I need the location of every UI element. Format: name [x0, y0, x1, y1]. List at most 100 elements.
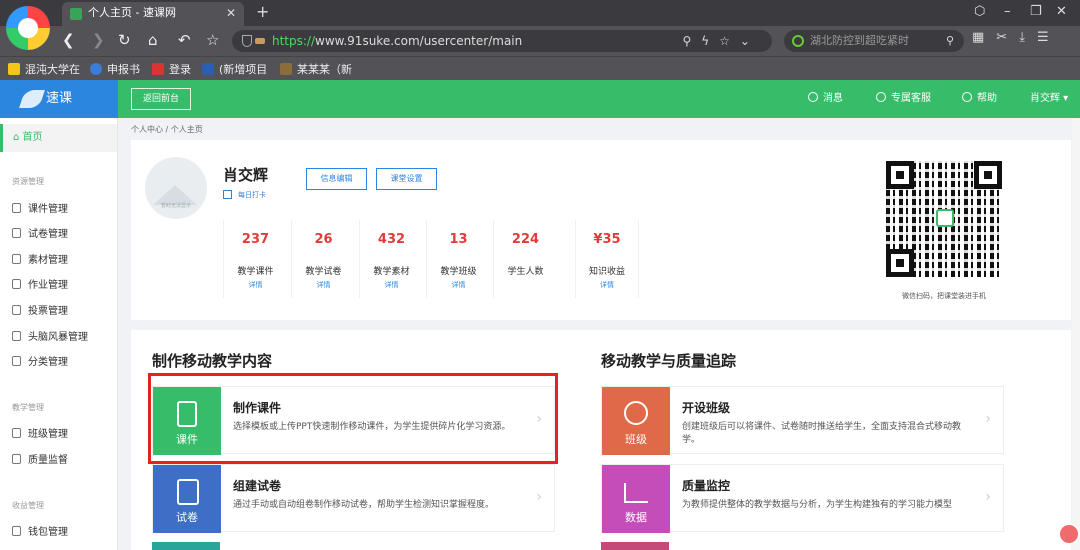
search-icon[interactable]: ⚲: [946, 30, 954, 52]
support-link[interactable]: 专属客服: [876, 80, 931, 118]
floating-widget-icon[interactable]: [1058, 523, 1080, 545]
class-settings-button[interactable]: 课堂设置: [376, 168, 437, 190]
build-paper-card[interactable]: 试卷 组建试卷 通过手动或自动组卷制作移动试卷，帮助学生检测知识掌握程度。 ›: [152, 464, 555, 533]
open-class-card[interactable]: 班级 开设班级 创建班级后可以将课件、试卷随时推送给学生，全面支持混合式移动教学…: [601, 386, 1004, 455]
back-icon[interactable]: ❮: [62, 31, 75, 49]
user-menu[interactable]: 肖交辉 ▾: [1030, 80, 1068, 118]
stat-income: ¥35 知识收益 详情: [575, 220, 639, 298]
data-tile: 数据: [602, 465, 670, 533]
stat-label: 教学课件: [237, 267, 274, 277]
sidebar-item-homework[interactable]: 作业管理: [12, 276, 68, 291]
stat-value: ¥35: [593, 232, 621, 247]
sidebar-item-papers[interactable]: 试卷管理: [12, 225, 68, 240]
bell-icon: [808, 92, 818, 102]
qr-logo-icon: [936, 209, 954, 227]
daily-checkin-link[interactable]: 每日打卡: [223, 190, 266, 200]
bookmark-item[interactable]: 登录: [152, 61, 191, 77]
stat-label: 教学素材: [373, 267, 410, 277]
stat-detail-link[interactable]: 详情: [427, 280, 490, 290]
sidebar-item-quality[interactable]: 质量监督: [12, 451, 68, 466]
stat-value: 224: [511, 232, 540, 247]
tab-close-icon[interactable]: ✕: [226, 2, 236, 24]
url-text: www.91suke.com/usercenter/main: [315, 34, 523, 48]
site-favicon-icon: [70, 8, 82, 20]
stat-detail-link[interactable]: 详情: [224, 280, 287, 290]
url-scheme: https://: [272, 34, 316, 48]
sidebar-item-wallet[interactable]: 钱包管理: [12, 523, 68, 538]
avatar[interactable]: 暂时无法显示: [145, 157, 207, 219]
avatar-placeholder-text: 暂时无法显示: [160, 203, 191, 209]
sidebar-item-courseware[interactable]: 课件管理: [12, 200, 68, 215]
bookmark-item[interactable]: 申报书: [90, 61, 140, 77]
sidebar-group-resources: 资源管理: [12, 177, 44, 186]
next-tile-partial: [152, 542, 220, 550]
chevron-right-icon: ›: [985, 489, 991, 505]
skin-icon[interactable]: ⬡: [974, 4, 985, 19]
tile-label: 班级: [625, 433, 647, 446]
sidebar-item-categories[interactable]: 分类管理: [12, 353, 68, 368]
favorite-star-icon[interactable]: ☆: [206, 31, 219, 49]
stat-detail-link[interactable]: 详情: [292, 280, 355, 290]
breadcrumb: 个人中心 / 个人主页: [131, 125, 203, 134]
browser-logo-icon[interactable]: [6, 6, 50, 50]
sidebar-item-classes[interactable]: 班级管理: [12, 425, 68, 440]
category-icon: [12, 356, 21, 366]
logo-text: 速课: [46, 91, 73, 106]
url-action-icons[interactable]: ⚲ϟ☆⌄: [682, 30, 760, 52]
page-scrollbar[interactable]: [1072, 118, 1080, 550]
tab-title: 个人主页 - 速课网: [88, 6, 176, 19]
phone-icon: [12, 203, 21, 213]
calendar-icon: [223, 190, 232, 199]
browser-navbar: ❮ ❯ ↻ ⌂ ↶ ☆ https://www.91suke.com/userc…: [0, 26, 1080, 56]
reload-icon[interactable]: ↻: [118, 31, 131, 49]
stat-students: 224 学生人数: [493, 220, 557, 298]
bookmark-item[interactable]: (新增项目: [202, 61, 267, 77]
address-bar[interactable]: https://www.91suke.com/usercenter/main ⚲…: [232, 30, 772, 52]
sidebar-item-votes[interactable]: 投票管理: [12, 302, 68, 317]
messages-link[interactable]: 消息: [808, 80, 843, 118]
help-icon: [962, 92, 972, 102]
help-link[interactable]: 帮助: [962, 80, 997, 118]
class-tile: 班级: [602, 387, 670, 455]
qr-finder: [886, 161, 914, 189]
sidebar-item-materials[interactable]: 素材管理: [12, 251, 68, 266]
quality-monitor-card[interactable]: 数据 质量监控 为教师提供整体的教学数据与分析，为学生构建独有的学习能力模型 ›: [601, 464, 1004, 533]
shield-icon: [242, 35, 252, 47]
card-desc: 通过手动或自动组卷制作移动试卷，帮助学生检测知识掌握程度。: [233, 500, 495, 510]
minimize-icon[interactable]: –: [1004, 4, 1011, 19]
sidebar-group-teaching: 教学管理: [12, 403, 44, 412]
stat-detail-link[interactable]: 详情: [576, 280, 638, 290]
card-desc: 创建班级后可以将课件、试卷随时推送给学生，全面支持混合式移动教学。: [682, 422, 962, 445]
sidebar-item-brainstorm[interactable]: 头脑风暴管理: [12, 328, 88, 343]
sidebar: ⌂ 首页 资源管理 课件管理 试卷管理 素材管理 作业管理 投票管理 头脑风暴管…: [0, 118, 118, 550]
sidebar-item-home[interactable]: ⌂ 首页: [0, 124, 117, 152]
logo-icon: [19, 90, 45, 108]
search-engine-icon: [792, 35, 804, 47]
browser-tab[interactable]: 个人主页 - 速课网 ✕: [62, 2, 244, 26]
scissors-icon[interactable]: ✂: [996, 30, 1007, 45]
app-logo[interactable]: 速课: [0, 80, 118, 118]
paper-icon: [12, 228, 21, 238]
card-title: 质量监控: [682, 479, 731, 493]
menu-icon[interactable]: ☰: [1037, 30, 1049, 45]
stat-detail-link[interactable]: 详情: [360, 280, 423, 290]
book-icon: [12, 428, 21, 438]
download-icon[interactable]: ⤓: [1019, 30, 1025, 45]
undo-icon[interactable]: ↶: [178, 31, 191, 49]
security-icon: [255, 38, 265, 44]
search-box[interactable]: 湖北防控到超吃紧时 ⚲: [784, 30, 964, 52]
bookmark-item[interactable]: 某某某（新: [280, 61, 352, 77]
apps-icon[interactable]: ▦: [972, 30, 984, 45]
restore-icon[interactable]: ❐: [1030, 4, 1042, 19]
forward-icon[interactable]: ❯: [92, 31, 105, 49]
new-tab-button[interactable]: +: [256, 2, 269, 21]
close-window-icon[interactable]: ✕: [1056, 4, 1067, 19]
stat-materials: 432 教学素材 详情: [359, 220, 423, 298]
bookmark-item[interactable]: 混沌大学在: [8, 61, 80, 77]
qr-finder: [974, 161, 1002, 189]
home-icon[interactable]: ⌂: [148, 31, 158, 49]
file-icon: [12, 254, 21, 264]
edit-info-button[interactable]: 信息编辑: [306, 168, 367, 190]
stat-value: 432: [377, 232, 406, 247]
back-to-front-button[interactable]: 返回前台: [131, 88, 191, 110]
